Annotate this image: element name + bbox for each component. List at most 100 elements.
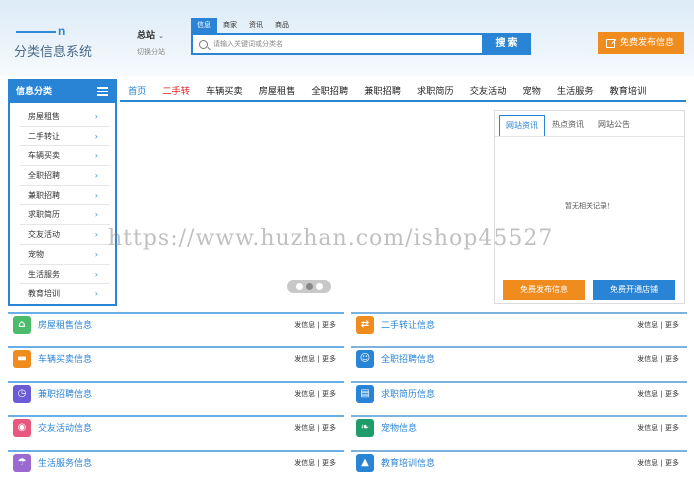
city-name[interactable]: 总站 ⌄ (137, 28, 165, 41)
nav-secondhand[interactable]: 二手转 (154, 83, 198, 97)
section-links[interactable]: 发信息 | 更多 (637, 458, 679, 468)
search-button[interactable]: 搜索 (484, 33, 531, 55)
section-car: ▬ 车辆买卖信息 发信息 | 更多 (8, 346, 344, 369)
section-title[interactable]: 兼职招聘信息 (38, 387, 294, 400)
city-switcher[interactable]: 总站 ⌄ 切换分站 (137, 28, 165, 57)
section-resume: ▤ 求职简历信息 发信息 | 更多 (351, 381, 687, 404)
section-fulltime: ☺ 全职招聘信息 发信息 | 更多 (351, 346, 687, 369)
slider-dot[interactable] (295, 283, 303, 290)
post-info-label: 免费发布信息 (620, 38, 675, 48)
nav-pet[interactable]: 宠物 (514, 83, 548, 97)
section-title[interactable]: 全职招聘信息 (381, 352, 637, 365)
nav-resume[interactable]: 求职简历 (409, 83, 462, 97)
section-links[interactable]: 发信息 | 更多 (637, 389, 679, 399)
news-panel: 网站资讯 热点资讯 网站公告 暂无相关记录！ 免费发布信息 免费开通店铺 (494, 110, 685, 304)
nav-service[interactable]: 生活服务 (549, 83, 602, 97)
chevron-right-icon: › (94, 269, 98, 279)
chevron-right-icon: › (94, 131, 98, 141)
job-icon: ☺ (356, 349, 374, 368)
section-parttime: ◷ 兼职招聘信息 发信息 | 更多 (8, 381, 344, 404)
section-links[interactable]: 发信息 | 更多 (294, 389, 336, 399)
sidebar-item-car[interactable]: 车辆买卖 › (20, 146, 110, 167)
section-title[interactable]: 房屋租售信息 (38, 318, 294, 331)
slider-dots (287, 280, 331, 293)
transfer-icon: ⇄ (356, 315, 374, 334)
section-title[interactable]: 车辆买卖信息 (38, 352, 294, 365)
sidebar-item-education[interactable]: 教育培训 › (20, 284, 110, 304)
tab-hot-news[interactable]: 热点资讯 (545, 119, 591, 136)
search-tabs: 信息 商家 资讯 商品 (191, 18, 531, 33)
category-header: 信息分类 (10, 81, 115, 103)
sidebar-item-pet[interactable]: 宠物 › (20, 245, 110, 265)
banner-slider[interactable] (120, 104, 490, 304)
section-secondhand: ⇄ 二手转让信息 发信息 | 更多 (351, 312, 687, 335)
chevron-down-icon: ⌄ (158, 32, 165, 40)
nav-education[interactable]: 教育培训 (602, 83, 655, 97)
sidebar-item-secondhand[interactable]: 二手转让 › (20, 127, 110, 147)
edit-icon (606, 38, 615, 48)
section-title[interactable]: 教育培训信息 (381, 456, 637, 469)
free-post-button[interactable]: 免费发布信息 (503, 280, 585, 300)
search-tab-goods[interactable]: 商品 (269, 18, 295, 33)
clock-icon: ◷ (13, 384, 31, 403)
section-title[interactable]: 生活服务信息 (38, 456, 294, 469)
sidebar-item-resume[interactable]: 求职简历 › (20, 205, 110, 226)
post-info-button[interactable]: 免费发布信息 (598, 32, 684, 54)
section-title[interactable]: 交友活动信息 (38, 421, 294, 434)
chevron-right-icon: › (94, 190, 98, 200)
open-shop-button[interactable]: 免费开通店铺 (593, 280, 675, 300)
tab-site-news[interactable]: 网站资讯 (499, 115, 545, 136)
chevron-right-icon: › (94, 171, 98, 181)
chevron-right-icon: › (94, 230, 98, 240)
search-tab-news[interactable]: 资讯 (243, 18, 269, 33)
slider-dot[interactable] (315, 283, 323, 290)
sidebar-item-service[interactable]: 生活服务 › (20, 265, 110, 285)
chevron-right-icon: › (94, 249, 98, 259)
sidebar-item-fulltime[interactable]: 全职招聘 › (20, 166, 110, 186)
sidebar-item-social[interactable]: 交友活动 › (20, 225, 110, 245)
city-switch-link[interactable]: 切换分站 (137, 47, 165, 57)
search-tab-info[interactable]: 信息 (191, 18, 217, 33)
site-header: n 分类信息系统 总站 ⌄ 切换分站 信息 商家 资讯 商品 请输入关键词或分类… (0, 0, 694, 76)
section-title[interactable]: 二手转让信息 (381, 318, 637, 331)
nav-fulltime[interactable]: 全职招聘 (303, 83, 356, 97)
section-links[interactable]: 发信息 | 更多 (294, 458, 336, 468)
section-links[interactable]: 发信息 | 更多 (294, 423, 336, 433)
logo-url[interactable]: n (14, 24, 66, 38)
slider-dot-active[interactable] (305, 283, 313, 290)
chevron-right-icon: › (94, 112, 98, 121)
search-area: 信息 商家 资讯 商品 请输入关键词或分类名 搜索 (191, 18, 531, 55)
nav-parttime[interactable]: 兼职招聘 (356, 83, 409, 97)
section-links[interactable]: 发信息 | 更多 (637, 423, 679, 433)
tab-announcements[interactable]: 网站公告 (591, 119, 637, 136)
house-icon: ⌂ (13, 315, 31, 334)
section-links[interactable]: 发信息 | 更多 (637, 354, 679, 364)
nav-house[interactable]: 房屋租售 (251, 83, 304, 97)
section-links[interactable]: 发信息 | 更多 (294, 320, 336, 330)
nav-social[interactable]: 交友活动 (462, 83, 515, 97)
sidebar-item-parttime[interactable]: 兼职招聘 › (20, 186, 110, 206)
chevron-right-icon: › (94, 289, 98, 299)
pet-icon: ❧ (356, 418, 374, 437)
search-input[interactable]: 请输入关键词或分类名 (191, 33, 484, 55)
section-title[interactable]: 求职简历信息 (381, 387, 637, 400)
category-sidebar: 信息分类 房屋租售 › 二手转让 › 车辆买卖 › 全职招聘 › 兼职招聘 › 求职简历 ›… (8, 79, 117, 306)
section-title[interactable]: 宠物信息 (381, 421, 637, 434)
nav-home[interactable]: 首页 (120, 83, 154, 97)
section-links[interactable]: 发信息 | 更多 (637, 320, 679, 330)
logo-text[interactable]: 分类信息系统 (14, 41, 92, 60)
graduation-icon: ▲ (356, 453, 374, 472)
search-placeholder: 请输入关键词或分类名 (213, 40, 283, 48)
news-tabs: 网站资讯 热点资讯 网站公告 (495, 111, 684, 137)
resume-icon: ▤ (356, 384, 374, 403)
section-house: ⌂ 房屋租售信息 发信息 | 更多 (8, 312, 344, 335)
category-title: 信息分类 (16, 87, 53, 97)
section-links[interactable]: 发信息 | 更多 (294, 354, 336, 364)
section-service: ☂ 生活服务信息 发信息 | 更多 (8, 450, 344, 473)
car-icon: ▬ (13, 349, 31, 368)
umbrella-icon: ☂ (13, 453, 31, 472)
sidebar-item-house[interactable]: 房屋租售 › (20, 107, 110, 127)
nav-car[interactable]: 车辆买卖 (198, 83, 251, 97)
search-tab-merchant[interactable]: 商家 (217, 18, 243, 33)
main-nav: 首页 二手转 车辆买卖 房屋租售 全职招聘 兼职招聘 求职简历 交友活动 宠物 … (120, 79, 686, 102)
